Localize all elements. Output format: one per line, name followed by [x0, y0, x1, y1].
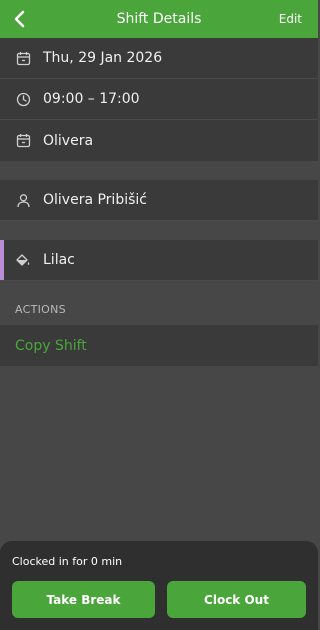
shift-time: 09:00 – 17:00	[43, 91, 140, 107]
divider	[0, 161, 318, 180]
take-break-button[interactable]: Take Break	[12, 581, 155, 618]
clock-icon	[15, 91, 31, 107]
clock-panel: Clocked in for 0 min Take Break Clock Ou…	[0, 541, 318, 630]
color-row[interactable]: Lilac	[0, 240, 318, 281]
person-icon	[15, 192, 31, 208]
employee-name: Olivera Pribišić	[43, 192, 147, 208]
edit-button[interactable]: Edit	[279, 12, 302, 26]
back-button[interactable]	[6, 6, 32, 32]
date-row: Thu, 29 Jan 2026	[0, 38, 318, 79]
shift-details-group: Thu, 29 Jan 2026 09:00 – 17:00 Olivera	[0, 38, 318, 161]
clock-status: Clocked in for 0 min	[12, 555, 123, 568]
clock-out-button[interactable]: Clock Out	[167, 581, 306, 618]
paint-bucket-icon	[15, 252, 31, 268]
divider	[0, 221, 318, 240]
color-swatch	[0, 240, 4, 280]
actions-section-label: ACTIONS	[0, 281, 318, 325]
app-header: Shift Details Edit	[0, 0, 318, 38]
schedule-name: Olivera	[43, 132, 94, 149]
calendar-icon	[15, 133, 31, 149]
shift-date: Thu, 29 Jan 2026	[43, 50, 163, 66]
time-row: 09:00 – 17:00	[0, 79, 318, 120]
color-name: Lilac	[43, 252, 75, 268]
page-title: Shift Details	[116, 11, 202, 27]
employee-row[interactable]: Olivera Pribišić	[0, 180, 318, 221]
calendar-icon	[15, 50, 31, 66]
chevron-left-icon	[14, 10, 25, 28]
copy-shift-button[interactable]: Copy Shift	[0, 325, 318, 366]
schedule-row: Olivera	[0, 120, 318, 161]
